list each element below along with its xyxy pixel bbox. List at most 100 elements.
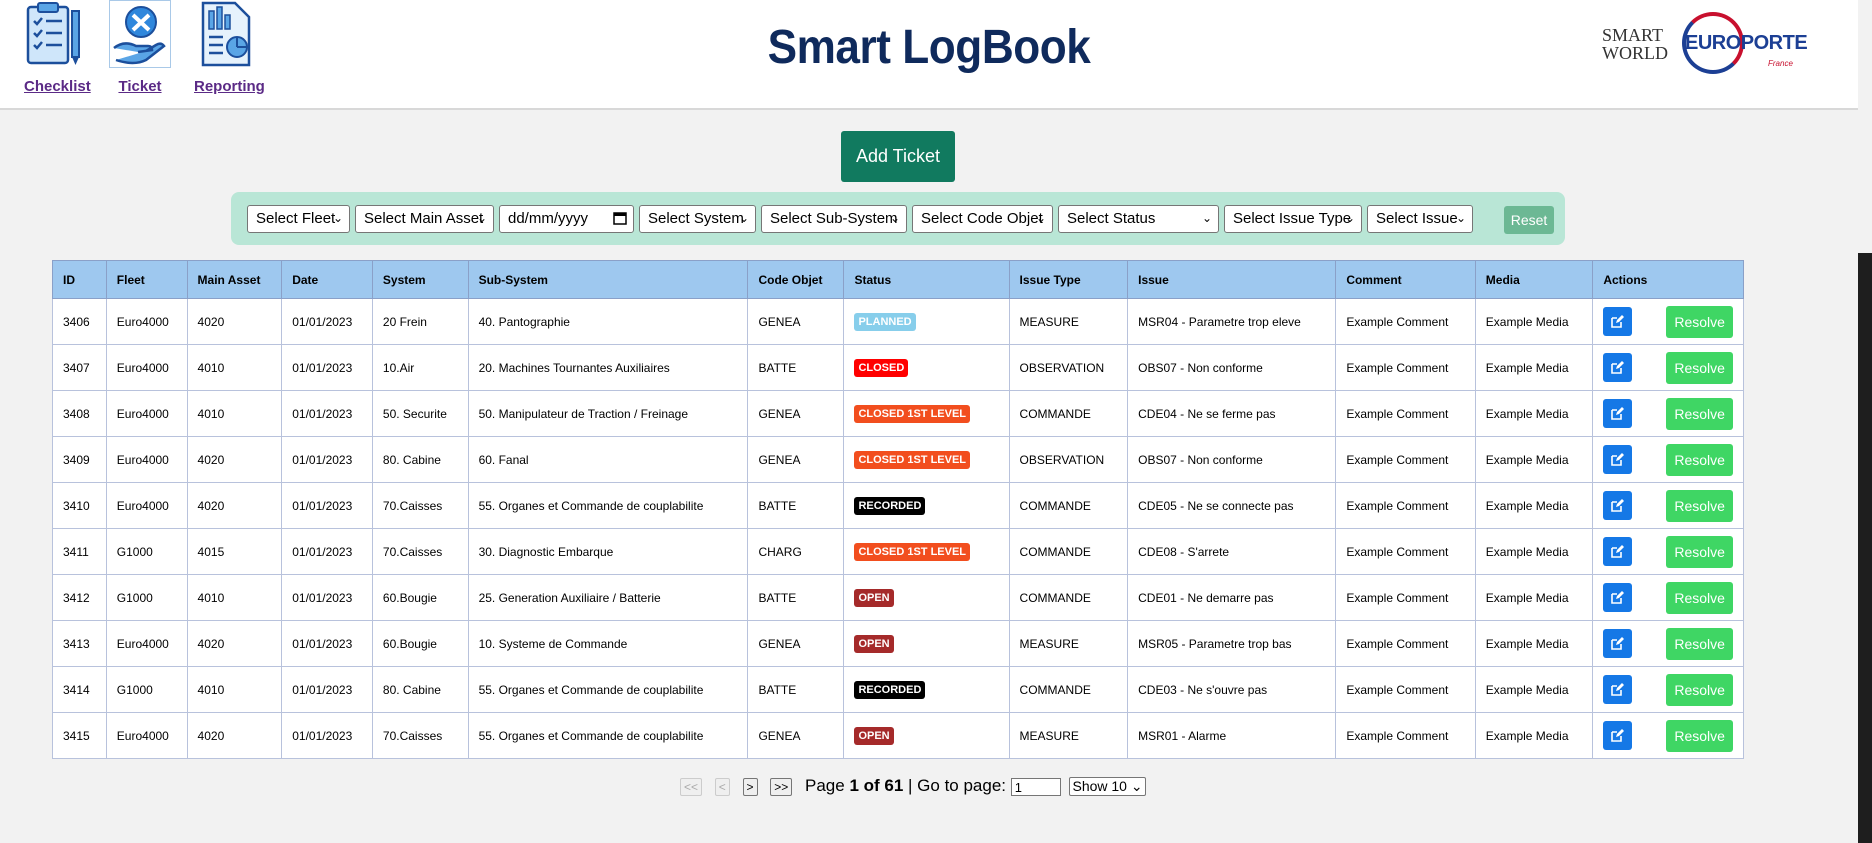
first-page-button[interactable]: << xyxy=(680,777,703,796)
issue-type-select[interactable]: Select Issue Type ⌄ xyxy=(1224,205,1362,233)
column-header-code-objet: Code Objet xyxy=(747,260,845,299)
page-title: Smart LogBook xyxy=(767,21,1091,74)
chevron-down-icon: ⌄ xyxy=(1035,211,1046,225)
cell-comment: Example Comment xyxy=(1335,298,1476,345)
column-header-main-asset: Main Asset xyxy=(186,260,283,299)
column-header-comment: Comment xyxy=(1335,260,1476,299)
edit-button[interactable] xyxy=(1603,353,1633,382)
nav-reporting-link[interactable]: Reporting xyxy=(194,78,265,95)
cell-issue: CDE08 - S'arrete xyxy=(1127,528,1337,575)
smartworld-logo-line1: SMART xyxy=(1602,25,1663,45)
cell-date: 01/01/2023 xyxy=(281,298,373,345)
edit-button[interactable] xyxy=(1603,583,1633,612)
edit-button[interactable] xyxy=(1603,537,1633,566)
cell-fleet: Euro4000 xyxy=(105,344,188,391)
resolve-button[interactable]: Resolve xyxy=(1666,443,1733,476)
chevron-down-icon: ⌄ xyxy=(889,211,900,225)
resolve-button[interactable]: Resolve xyxy=(1666,535,1733,568)
edit-icon xyxy=(1611,637,1625,650)
code-objet-select[interactable]: Select Code Objet ⌄ xyxy=(912,205,1053,233)
chevron-down-icon: ⌄ xyxy=(332,211,343,225)
cell-issue: MSR04 - Parametre trop eleve xyxy=(1127,298,1337,345)
cell-sub-system: 55. Organes et Commande de couplabilite xyxy=(467,712,749,759)
cell-comment: Example Comment xyxy=(1335,574,1476,621)
resolve-button[interactable]: Resolve xyxy=(1666,627,1733,660)
reset-button[interactable]: Reset xyxy=(1504,206,1554,234)
resolve-button[interactable]: Resolve xyxy=(1666,351,1733,384)
sub-system-select[interactable]: Select Sub-System ⌄ xyxy=(761,205,907,233)
date-input-placeholder: dd/mm/yyyy xyxy=(508,210,589,227)
edit-button[interactable] xyxy=(1603,399,1633,428)
table-row: 3415 Euro4000 4020 01/01/2023 70.Caisses 55. … xyxy=(52,712,1744,759)
cell-main-asset: 4015 xyxy=(186,528,283,575)
cell-system: 60.Bougie xyxy=(371,620,469,667)
issue-select[interactable]: Select Issue ⌄ xyxy=(1367,205,1473,233)
resolve-button[interactable]: Resolve xyxy=(1666,489,1733,522)
resolve-button[interactable]: Resolve xyxy=(1666,305,1733,338)
edit-button[interactable] xyxy=(1603,721,1633,750)
edit-icon xyxy=(1611,453,1625,466)
edit-button[interactable] xyxy=(1603,629,1633,658)
cell-media: Example Media xyxy=(1474,482,1594,529)
cell-date: 01/01/2023 xyxy=(281,482,373,529)
resolve-button[interactable]: Resolve xyxy=(1666,719,1733,752)
chevron-down-icon: ⌄ xyxy=(738,211,749,225)
cell-status: PLANNED xyxy=(843,298,1010,345)
date-input[interactable]: dd/mm/yyyy xyxy=(499,205,634,233)
add-ticket-button[interactable]: Add Ticket xyxy=(841,131,955,182)
edit-button[interactable] xyxy=(1603,491,1633,520)
cell-issue: OBS07 - Non conforme xyxy=(1127,344,1337,391)
system-select[interactable]: Select System ⌄ xyxy=(639,205,756,233)
cell-actions: Resolve xyxy=(1592,482,1744,529)
resolve-button[interactable]: Resolve xyxy=(1666,673,1733,706)
column-header-actions: Actions xyxy=(1592,260,1744,299)
cell-fleet: Euro4000 xyxy=(105,712,188,759)
cell-actions: Resolve xyxy=(1592,666,1744,713)
cell-actions: Resolve xyxy=(1592,574,1744,621)
edit-button[interactable] xyxy=(1603,675,1633,704)
edit-button[interactable] xyxy=(1603,307,1633,336)
cell-system: 70.Caisses xyxy=(371,712,469,759)
prev-page-button[interactable]: < xyxy=(714,777,730,796)
cell-media: Example Media xyxy=(1474,528,1594,575)
europorte-logo-subtext: France xyxy=(1768,59,1793,68)
cell-actions: Resolve xyxy=(1592,436,1744,483)
nav-ticket-link[interactable]: Ticket xyxy=(109,78,171,95)
goto-page-input[interactable]: 1 xyxy=(1010,777,1061,796)
resolve-button[interactable]: Resolve xyxy=(1666,581,1733,614)
calendar-icon[interactable] xyxy=(613,211,627,229)
cell-sub-system: 55. Organes et Commande de couplabilite xyxy=(467,666,749,713)
next-page-button[interactable]: > xyxy=(742,777,758,796)
page-size-select[interactable]: Show 10 ⌄ xyxy=(1069,777,1146,797)
cell-system: 70.Caisses xyxy=(371,482,469,529)
cell-actions: Resolve xyxy=(1592,298,1744,345)
resolve-button[interactable]: Resolve xyxy=(1666,397,1733,430)
code-objet-select-value: Select Code Objet xyxy=(921,210,1043,227)
cell-date: 01/01/2023 xyxy=(281,666,373,713)
cell-status: CLOSED 1ST LEVEL xyxy=(843,528,1010,575)
cell-id: 3410 xyxy=(52,482,107,529)
cell-comment: Example Comment xyxy=(1335,712,1476,759)
main-asset-select[interactable]: Select Main Asset ⌄ xyxy=(355,205,494,233)
cell-id: 3408 xyxy=(52,390,107,437)
cell-media: Example Media xyxy=(1474,298,1594,345)
status-select[interactable]: Select Status ⌄ xyxy=(1058,205,1219,233)
edit-icon xyxy=(1611,315,1625,328)
cell-id: 3411 xyxy=(52,528,107,575)
status-badge: CLOSED 1ST LEVEL xyxy=(854,404,971,423)
cell-fleet: Euro4000 xyxy=(105,298,188,345)
cell-id: 3414 xyxy=(52,666,107,713)
cell-id: 3406 xyxy=(52,298,107,345)
edit-icon xyxy=(1611,499,1625,512)
table-row: 3412 G1000 4010 01/01/2023 60.Bougie 25. Gene… xyxy=(52,574,1744,621)
sub-system-select-value: Select Sub-System xyxy=(770,210,898,227)
status-badge: CLOSED xyxy=(854,358,909,377)
last-page-button[interactable]: >> xyxy=(770,777,793,796)
edit-icon xyxy=(1611,407,1625,420)
nav-checklist-link[interactable]: Checklist xyxy=(24,78,91,95)
issue-select-value: Select Issue xyxy=(1376,210,1458,227)
cell-sub-system: 55. Organes et Commande de couplabilite xyxy=(467,482,749,529)
edit-button[interactable] xyxy=(1603,445,1633,474)
fleet-select[interactable]: Select Fleet ⌄ xyxy=(247,205,350,233)
cell-issue-type: OBSERVATION xyxy=(1008,436,1129,483)
